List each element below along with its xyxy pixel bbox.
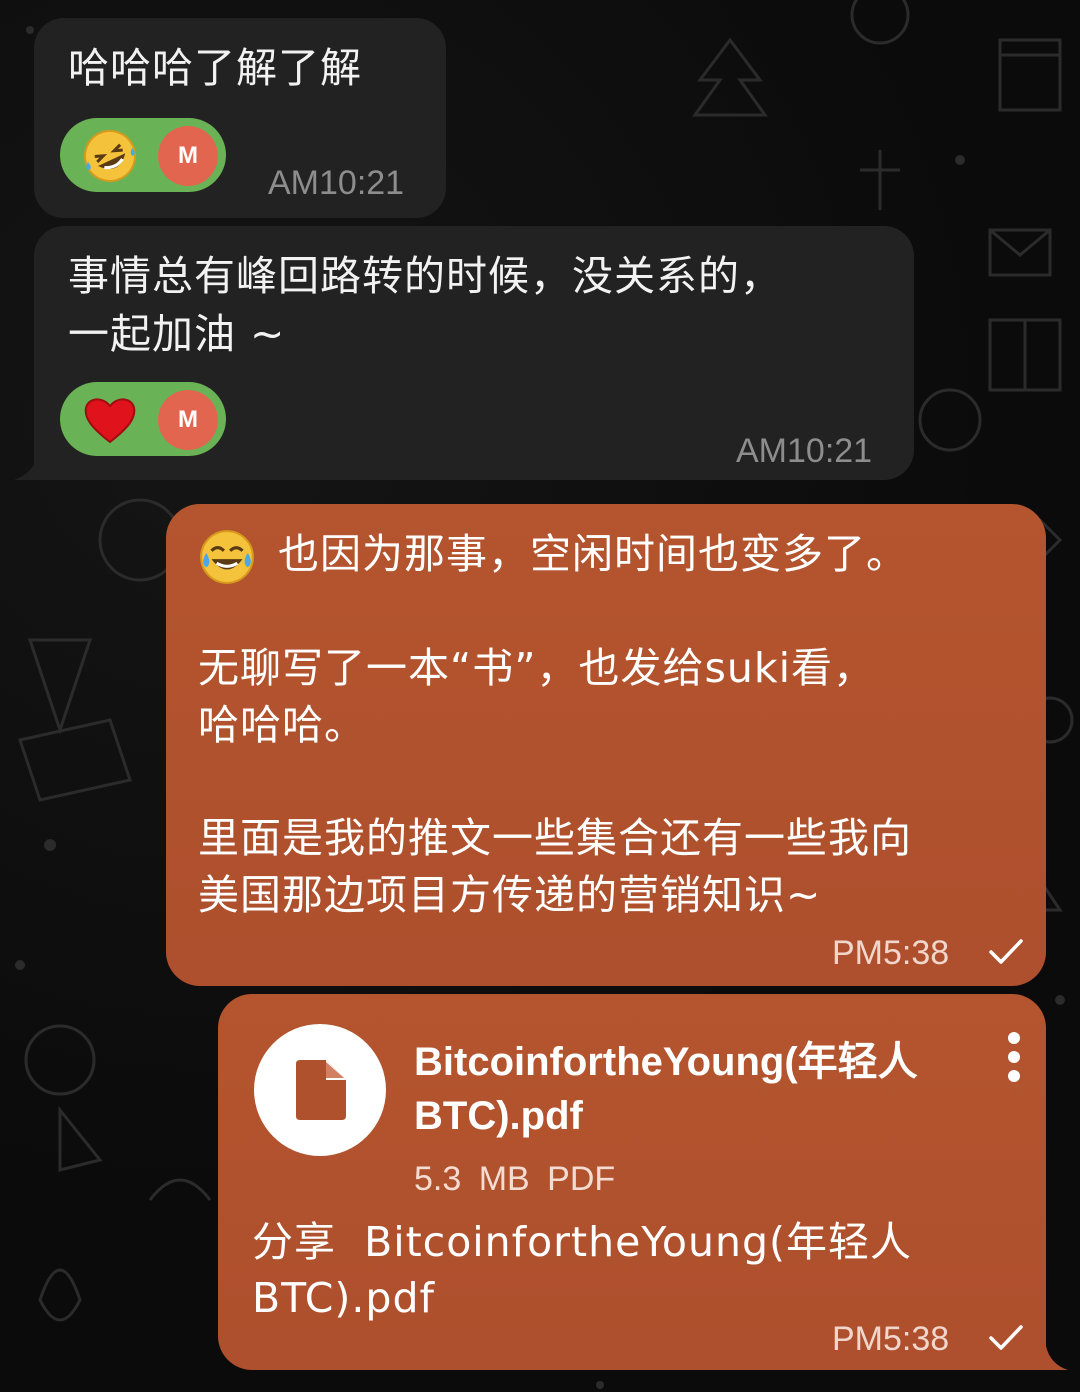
reactor-avatar: M: [158, 390, 218, 450]
outgoing-file-message-bubble[interactable]: BitcoinfortheYoung(年轻人 BTC).pdf 5.3 MB P…: [218, 994, 1046, 1370]
caption-text-line: BTC).pdf: [252, 1274, 435, 1322]
caption-text-line: 分享 BitcoinfortheYoung(年轻人: [252, 1218, 912, 1266]
file-document-icon: [296, 1060, 346, 1120]
file-size-type: 5.3 MB PDF: [414, 1160, 616, 1198]
message-text: 哈哈哈了解了解: [68, 44, 362, 92]
incoming-message-bubble[interactable]: 哈哈哈了解了解 M AM10:21: [34, 18, 446, 218]
message-timestamp: AM10:21: [268, 164, 405, 202]
reaction-pill[interactable]: M: [60, 118, 226, 192]
message-text-line: 一起加油 ~: [68, 310, 286, 358]
message-text-line: 哈哈哈。: [198, 701, 366, 749]
message-text-line: 里面是我的推文一些集合还有一些我向: [198, 814, 912, 862]
bubble-tail: [14, 456, 38, 480]
file-download-button[interactable]: [254, 1024, 386, 1156]
file-options-menu-icon[interactable]: [1004, 1032, 1024, 1092]
rolling-on-floor-laughing-icon: [84, 130, 136, 182]
reactor-avatar: M: [158, 126, 218, 186]
message-text-line: 事情总有峰回路转的时候，没关系的，: [68, 252, 782, 300]
bubble-tail: [1046, 1346, 1068, 1370]
reaction-pill[interactable]: M: [60, 382, 226, 456]
message-timestamp: PM5:38: [832, 934, 950, 972]
chat-screen: 哈哈哈了解了解 M AM10:21 事情总有峰回路转的时候，没关系的， 一起加油…: [0, 0, 1080, 1392]
red-heart-icon: [84, 398, 136, 444]
file-name-line[interactable]: BitcoinfortheYoung(年轻人: [414, 1034, 918, 1090]
message-timestamp: AM10:21: [736, 432, 873, 470]
file-name-line[interactable]: BTC).pdf: [414, 1088, 583, 1144]
message-text-line: 无聊写了一本“书”，也发给suki看，: [198, 644, 875, 692]
message-text-line: 也因为那事，空闲时间也变多了。: [278, 530, 908, 578]
face-with-tears-of-joy-icon: [200, 530, 254, 584]
sent-check-icon: [989, 1325, 1023, 1350]
message-text-line: 美国那边项目方传递的营销知识~: [198, 871, 822, 919]
incoming-message-bubble[interactable]: 事情总有峰回路转的时候，没关系的， 一起加油 ~ M AM10:21: [34, 226, 914, 480]
sent-check-icon: [989, 939, 1023, 964]
message-timestamp: PM5:38: [832, 1320, 950, 1358]
outgoing-message-bubble[interactable]: 也因为那事，空闲时间也变多了。 无聊写了一本“书”，也发给suki看， 哈哈哈。…: [166, 504, 1046, 986]
